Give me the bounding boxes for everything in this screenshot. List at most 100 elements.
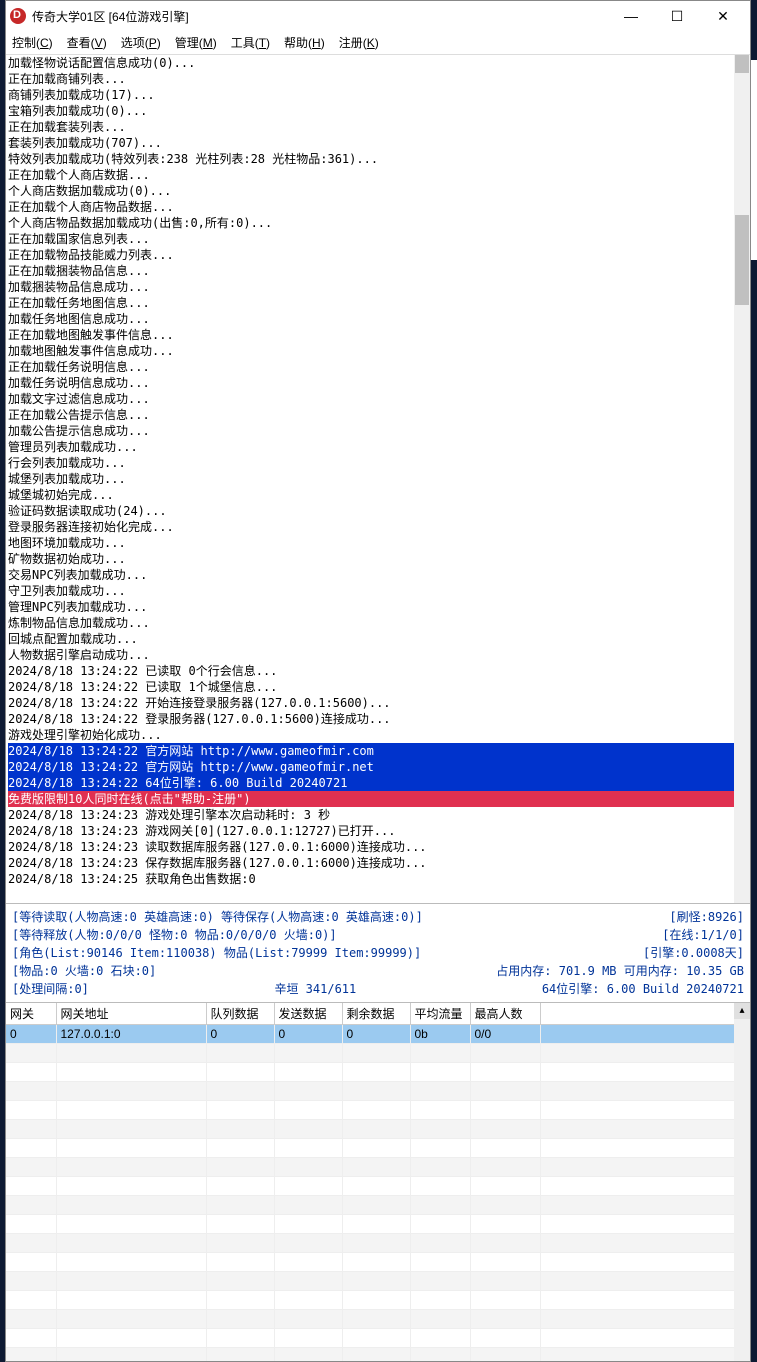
log-line: 炼制物品信息加载成功... xyxy=(8,615,748,631)
table-row[interactable] xyxy=(6,1063,750,1082)
table-cell: 0/0 xyxy=(470,1025,540,1044)
column-header[interactable]: 平均流量 xyxy=(410,1003,470,1025)
log-line: 2024/8/18 13:24:23 保存数据库服务器(127.0.0.1:60… xyxy=(8,855,748,871)
stat-wait-read: [等待读取(人物高速:0 英雄高速:0) 等待保存(人物高速:0 英雄高速:0)… xyxy=(12,908,423,926)
log-line: 城堡城初始完成... xyxy=(8,487,748,503)
main-window: 传奇大学01区 [64位游戏引擎] — ☐ ✕ 控制(C) 查看(V) 选项(P… xyxy=(5,0,751,1362)
stat-role-item: [角色(List:90146 Item:110038) 物品(List:7999… xyxy=(12,944,421,962)
log-line: 2024/8/18 13:24:22 开始连接登录服务器(127.0.0.1:5… xyxy=(8,695,748,711)
stats-pane: [等待读取(人物高速:0 英雄高速:0) 等待保存(人物高速:0 英雄高速:0)… xyxy=(6,903,750,1002)
table-cell: 0 xyxy=(342,1025,410,1044)
column-header[interactable]: 网关地址 xyxy=(56,1003,206,1025)
table-cell: 0 xyxy=(206,1025,274,1044)
menu-control[interactable]: 控制(C) xyxy=(12,34,53,51)
table-row[interactable] xyxy=(6,1329,750,1348)
stat-online: [在线:1/1/0] xyxy=(662,926,744,944)
stat-engine-build: 64位引擎: 6.00 Build 20240721 xyxy=(542,980,744,998)
log-line: 个人商店数据加载成功(0)... xyxy=(8,183,748,199)
scroll-up-icon[interactable]: ▴ xyxy=(734,1003,750,1019)
log-line: 2024/8/18 13:24:22 官方网站 http://www.gameo… xyxy=(8,743,748,759)
log-line: 游戏处理引擎初始化成功... xyxy=(8,727,748,743)
log-line: 正在加载任务地图信息... xyxy=(8,295,748,311)
log-line: 加载公告提示信息成功... xyxy=(8,423,748,439)
table-row[interactable] xyxy=(6,1158,750,1177)
log-line: 守卫列表加载成功... xyxy=(8,583,748,599)
table-row[interactable] xyxy=(6,1272,750,1291)
log-line: 免费版限制10人同时在线(点击"帮助-注册") xyxy=(8,791,748,807)
menu-manage[interactable]: 管理(M) xyxy=(175,34,217,51)
table-row[interactable] xyxy=(6,1044,750,1063)
close-button[interactable]: ✕ xyxy=(700,1,746,31)
table-row[interactable] xyxy=(6,1234,750,1253)
table-row[interactable] xyxy=(6,1120,750,1139)
log-line: 地图环境加载成功... xyxy=(8,535,748,551)
maximize-button[interactable]: ☐ xyxy=(654,1,700,31)
log-line: 管理NPC列表加载成功... xyxy=(8,599,748,615)
stat-location: 辛垣 341/611 xyxy=(274,980,356,998)
log-line: 矿物数据初始成功... xyxy=(8,551,748,567)
menu-options[interactable]: 选项(P) xyxy=(121,34,161,51)
grid-scrollbar[interactable]: ▴ xyxy=(734,1003,750,1361)
log-line: 2024/8/18 13:24:22 已读取 0个行会信息... xyxy=(8,663,748,679)
log-line: 正在加载个人商店物品数据... xyxy=(8,199,748,215)
log-line: 管理员列表加载成功... xyxy=(8,439,748,455)
table-row[interactable] xyxy=(6,1196,750,1215)
log-line: 正在加载物品技能威力列表... xyxy=(8,247,748,263)
menu-help[interactable]: 帮助(H) xyxy=(284,34,325,51)
log-line: 城堡列表加载成功... xyxy=(8,471,748,487)
gateway-table[interactable]: 网关网关地址队列数据发送数据剩余数据平均流量最高人数 0127.0.0.1:00… xyxy=(6,1003,750,1361)
table-row[interactable] xyxy=(6,1139,750,1158)
table-row[interactable] xyxy=(6,1177,750,1196)
scrollbar-thumb[interactable] xyxy=(735,55,749,73)
log-line: 特效列表加载成功(特效列表:238 光柱列表:28 光柱物品:361)... xyxy=(8,151,748,167)
table-row[interactable]: 0127.0.0.1:00000b0/0 xyxy=(6,1025,750,1044)
column-header[interactable]: 剩余数据 xyxy=(342,1003,410,1025)
log-line: 2024/8/18 13:24:23 游戏处理引擎本次启动耗时: 3 秒 xyxy=(8,807,748,823)
stat-wait-release: [等待释放(人物:0/0/0 怪物:0 物品:0/0/0/0 火墙:0)] xyxy=(12,926,337,944)
stat-items: [物品:0 火墙:0 石块:0] xyxy=(12,962,156,980)
log-line: 人物数据引擎启动成功... xyxy=(8,647,748,663)
log-pane[interactable]: 加载怪物说话配置信息成功(0)...正在加载商铺列表...商铺列表加载成功(17… xyxy=(6,55,750,903)
log-line: 个人商店物品数据加载成功(出售:0,所有:0)... xyxy=(8,215,748,231)
titlebar[interactable]: 传奇大学01区 [64位游戏引擎] — ☐ ✕ xyxy=(6,1,750,31)
table-row[interactable] xyxy=(6,1253,750,1272)
table-row[interactable] xyxy=(6,1082,750,1101)
log-scrollbar[interactable] xyxy=(734,55,750,903)
window-title: 传奇大学01区 [64位游戏引擎] xyxy=(32,8,189,25)
log-line: 行会列表加载成功... xyxy=(8,455,748,471)
log-line: 回城点配置加载成功... xyxy=(8,631,748,647)
menu-tools[interactable]: 工具(T) xyxy=(231,34,270,51)
log-line: 加载任务地图信息成功... xyxy=(8,311,748,327)
stat-memory: 占用内存: 701.9 MB 可用内存: 10.35 GB xyxy=(496,962,744,980)
table-cell: 0 xyxy=(274,1025,342,1044)
column-header[interactable]: 网关 xyxy=(6,1003,56,1025)
log-line: 正在加载商铺列表... xyxy=(8,71,748,87)
log-line: 验证码数据读取成功(24)... xyxy=(8,503,748,519)
menu-view[interactable]: 查看(V) xyxy=(67,34,107,51)
log-line: 登录服务器连接初始化完成... xyxy=(8,519,748,535)
stat-interval: [处理间隔:0] xyxy=(12,980,89,998)
log-line: 正在加载个人商店数据... xyxy=(8,167,748,183)
table-cell: 0 xyxy=(6,1025,56,1044)
log-line: 商铺列表加载成功(17)... xyxy=(8,87,748,103)
table-row[interactable] xyxy=(6,1291,750,1310)
column-header[interactable]: 队列数据 xyxy=(206,1003,274,1025)
menu-register[interactable]: 注册(K) xyxy=(339,34,379,51)
scrollbar-thumb[interactable] xyxy=(735,215,749,305)
log-line: 2024/8/18 13:24:22 已读取 1个城堡信息... xyxy=(8,679,748,695)
stat-monster: [刷怪:8926] xyxy=(669,908,744,926)
log-line: 正在加载国家信息列表... xyxy=(8,231,748,247)
column-header[interactable]: 发送数据 xyxy=(274,1003,342,1025)
log-line: 加载捆装物品信息成功... xyxy=(8,279,748,295)
table-row[interactable] xyxy=(6,1310,750,1329)
gateway-grid-pane: 网关网关地址队列数据发送数据剩余数据平均流量最高人数 0127.0.0.1:00… xyxy=(6,1002,750,1361)
table-row[interactable] xyxy=(6,1215,750,1234)
log-line: 正在加载套装列表... xyxy=(8,119,748,135)
column-header[interactable]: 最高人数 xyxy=(470,1003,540,1025)
table-row[interactable] xyxy=(6,1101,750,1120)
log-line: 加载地图触发事件信息成功... xyxy=(8,343,748,359)
minimize-button[interactable]: — xyxy=(608,1,654,31)
log-line: 2024/8/18 13:24:23 游戏网关[0](127.0.0.1:127… xyxy=(8,823,748,839)
table-row[interactable] xyxy=(6,1348,750,1362)
log-line: 正在加载捆装物品信息... xyxy=(8,263,748,279)
